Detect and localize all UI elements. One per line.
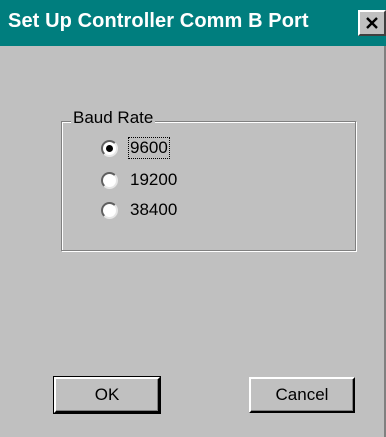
radio-label-38400: 38400 (130, 200, 178, 219)
ok-button[interactable]: OK (53, 376, 161, 414)
close-button[interactable] (358, 10, 386, 36)
window-title: Set Up Controller Comm B Port (8, 10, 309, 32)
radio-label-19200: 19200 (130, 170, 178, 189)
cancel-button[interactable]: Cancel (249, 377, 355, 413)
baud-rate-option-9600[interactable]: 9600 (101, 137, 170, 159)
radio-selected-dot (106, 144, 113, 152)
baud-rate-option-38400[interactable]: 38400 (101, 199, 178, 221)
radio-button-9600[interactable] (101, 139, 118, 157)
baud-rate-group-label: Baud Rate (71, 108, 156, 128)
close-icon (366, 17, 378, 29)
setup-comm-port-dialog: Set Up Controller Comm B Port Baud Rate … (0, 0, 386, 437)
radio-button-38400[interactable] (101, 201, 118, 219)
radio-label-9600: 9600 (128, 137, 170, 159)
title-bar[interactable]: Set Up Controller Comm B Port (0, 0, 386, 46)
radio-button-19200[interactable] (101, 171, 118, 189)
baud-rate-option-19200[interactable]: 19200 (101, 169, 178, 191)
